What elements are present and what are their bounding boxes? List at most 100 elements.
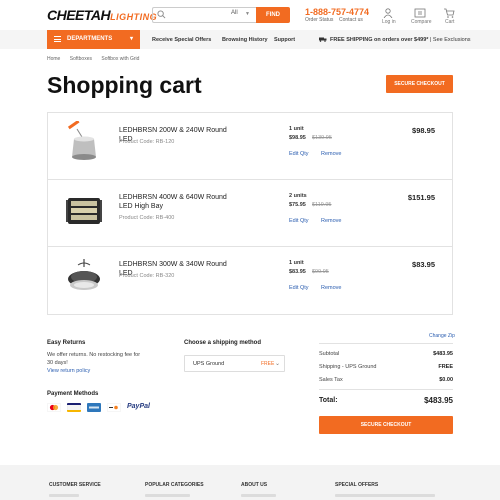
- edit-qty-link[interactable]: Edit Qty: [289, 151, 309, 157]
- summary-divider: [319, 343, 453, 344]
- paypal-logo: PayPal: [127, 403, 150, 410]
- free-shipping-banner: FREE SHIPPING on orders over $499* | See…: [330, 37, 471, 43]
- returns-title: Easy Returns: [47, 340, 86, 346]
- phone-number[interactable]: 1-888-757-4774: [305, 7, 369, 17]
- breadcrumb-softbox-grid[interactable]: Softbox with Grid: [101, 56, 139, 62]
- find-button[interactable]: FIND: [256, 7, 290, 23]
- item-price: $75.95: [289, 202, 306, 208]
- item-quantity: 1 unit: [289, 126, 304, 132]
- total-label: Total:: [319, 397, 338, 404]
- search-scope-select[interactable]: All: [231, 10, 238, 16]
- breadcrumb: Home Softboxes Softbox with Grid: [47, 56, 147, 62]
- footer-col-special-offers: SPECIAL OFFERS: [335, 482, 379, 488]
- product-image: [68, 259, 100, 290]
- visa-icon: [67, 403, 81, 412]
- tax-label: Sales Tax: [319, 377, 343, 383]
- page-title: Shopping cart: [47, 72, 202, 98]
- secure-checkout-button-bottom[interactable]: SECURE CHECKOUT: [319, 416, 453, 434]
- chevron-down-icon: ⌄: [274, 361, 280, 367]
- footer-link-placeholder[interactable]: [335, 494, 435, 497]
- change-zip-link[interactable]: Change Zip: [429, 333, 455, 339]
- contact-us-link[interactable]: Contact us: [339, 17, 363, 23]
- logo-main: CHEETAH: [47, 7, 111, 23]
- shipping-method-label: UPS Ground: [193, 361, 225, 367]
- item-total: $98.95: [412, 126, 435, 135]
- remove-link[interactable]: Remove: [321, 151, 341, 157]
- product-name[interactable]: LEDHBRSN 400W & 640W Round LED High Bay: [119, 193, 239, 211]
- free-shipping-text: FREE SHIPPING on orders over $499*: [330, 37, 429, 43]
- search-icon: [157, 10, 166, 19]
- item-total: $83.95: [412, 260, 435, 269]
- discover-icon: [107, 403, 121, 412]
- nav-link-special-offers[interactable]: Receive Special Offers: [152, 37, 211, 43]
- summary-subtotal: Subtotal $483.95: [319, 351, 453, 357]
- edit-qty-link[interactable]: Edit Qty: [289, 285, 309, 291]
- logo-accent: LIGHTING: [110, 12, 158, 22]
- nav-link-browsing-history[interactable]: Browsing History: [222, 37, 268, 43]
- nav-link-support[interactable]: Support: [274, 37, 295, 43]
- item-old-price: $119.95: [312, 202, 332, 208]
- item-price: $83.95: [289, 269, 306, 275]
- footer-link-placeholder[interactable]: [241, 494, 276, 497]
- footer-col-customer-service: CUSTOMER SERVICE: [49, 482, 101, 488]
- search-box: All ▼: [152, 7, 256, 23]
- login-label: Log in: [382, 19, 396, 25]
- user-icon[interactable]: [382, 8, 394, 18]
- departments-label: DEPARTMENTS: [67, 36, 113, 42]
- item-old-price: $99.95: [312, 269, 329, 275]
- summary-divider: [319, 389, 453, 390]
- tax-value: $0.00: [439, 377, 453, 383]
- truck-icon: [319, 37, 327, 42]
- item-total: $151.95: [407, 193, 435, 202]
- cart-item: LEDHBRSN 400W & 640W Round LED High Bay …: [48, 180, 452, 247]
- edit-qty-link[interactable]: Edit Qty: [289, 218, 309, 224]
- cart-item: LEDHBRSN 300W & 340W Round LED Product C…: [48, 247, 452, 314]
- menu-icon: [54, 36, 61, 42]
- breadcrumb-softboxes[interactable]: Softboxes: [70, 56, 92, 62]
- shipping-method-select[interactable]: UPS Ground FREE ⌄: [184, 355, 285, 372]
- site-logo[interactable]: CHEETAHLIGHTING: [47, 7, 157, 23]
- chevron-down-icon: ▾: [129, 36, 133, 42]
- breadcrumb-home[interactable]: Home: [47, 56, 60, 62]
- item-price: $98.95: [289, 135, 306, 141]
- subtotal-value: $483.95: [433, 351, 453, 357]
- shipping-label: Shipping - UPS Ground: [319, 364, 377, 370]
- chevron-down-icon: ▼: [245, 11, 250, 17]
- summary-shipping: Shipping - UPS Ground FREE: [319, 364, 453, 370]
- return-policy-link[interactable]: View return policy: [47, 368, 90, 374]
- shipping-value: FREE: [438, 364, 453, 370]
- summary-total: Total: $483.95: [319, 396, 453, 405]
- returns-text: We offer returns. No restocking fee for …: [47, 352, 141, 366]
- secure-checkout-button-top[interactable]: SECURE CHECKOUT: [386, 75, 453, 93]
- compare-label: Compare: [411, 19, 432, 25]
- order-status-link[interactable]: Order Status: [305, 17, 333, 23]
- shipping-title: Choose a shipping method: [184, 340, 262, 346]
- product-code: Product Code: RB-400: [119, 215, 175, 221]
- see-exclusions-link[interactable]: | See Exclusions: [430, 37, 471, 43]
- site-header: CHEETAHLIGHTING All ▼ FIND 1-888-757-477…: [0, 0, 500, 30]
- departments-button[interactable]: DEPARTMENTS ▾: [47, 30, 140, 49]
- cart-label: Cart: [445, 19, 455, 25]
- shipping-method-price: FREE: [261, 361, 275, 367]
- payment-title: Payment Methods: [47, 391, 99, 397]
- item-quantity: 2 units: [289, 193, 307, 199]
- footer-col-about-us: ABOUT US: [241, 482, 268, 488]
- mastercard-icon: [47, 403, 61, 412]
- cart-icon[interactable]: [443, 8, 455, 18]
- search-input[interactable]: [169, 9, 227, 21]
- product-image: [67, 121, 96, 160]
- item-quantity: 1 unit: [289, 260, 304, 266]
- compare-icon[interactable]: [414, 8, 426, 18]
- cart-list: LEDHBRSN 200W & 240W Round LED Product C…: [47, 112, 453, 315]
- footer-link-placeholder[interactable]: [49, 494, 79, 497]
- cart-item: LEDHBRSN 200W & 240W Round LED Product C…: [48, 113, 452, 180]
- product-code: Product Code: RB-120: [119, 139, 175, 145]
- amex-icon: [87, 403, 101, 412]
- product-image: [66, 198, 102, 224]
- total-value: $483.95: [424, 396, 453, 405]
- summary-tax: Sales Tax $0.00: [319, 377, 453, 383]
- remove-link[interactable]: Remove: [321, 285, 341, 291]
- product-code: Product Code: RB-320: [119, 273, 175, 279]
- footer-link-placeholder[interactable]: [145, 494, 190, 497]
- remove-link[interactable]: Remove: [321, 218, 341, 224]
